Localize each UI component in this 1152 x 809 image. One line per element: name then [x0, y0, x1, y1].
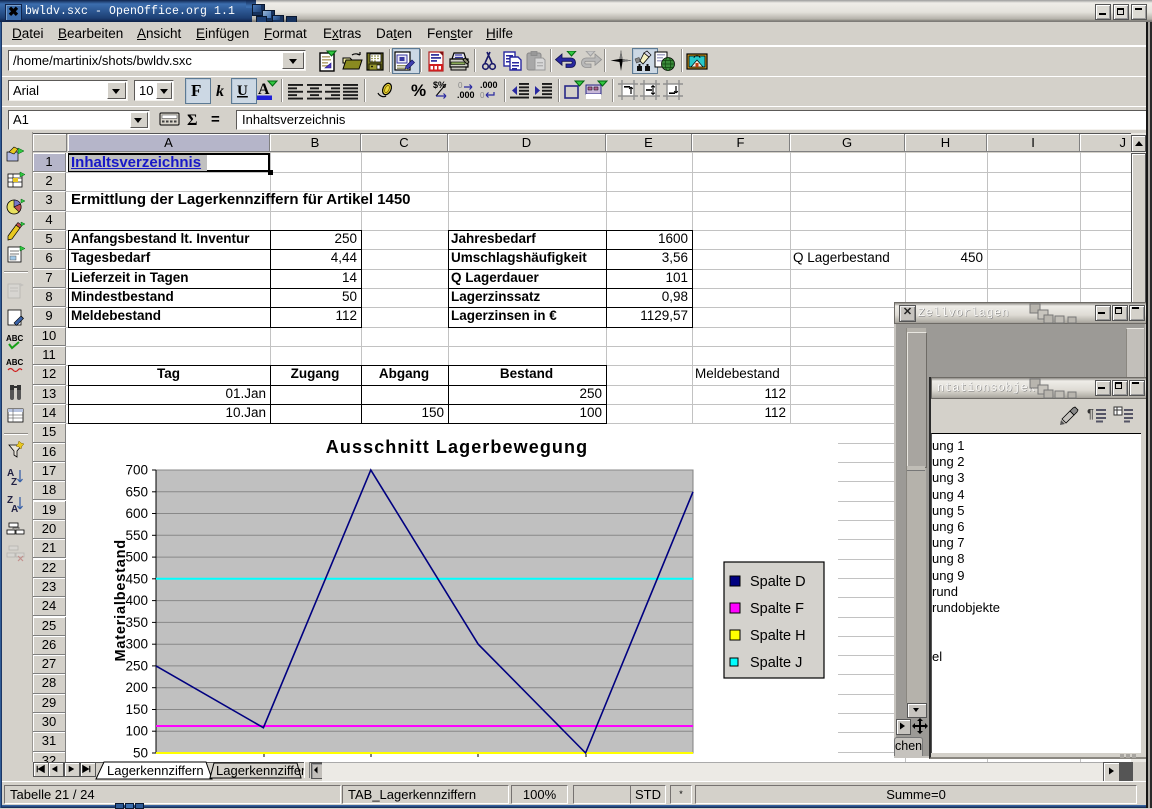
svg-text:Σ: Σ	[187, 112, 197, 128]
svg-text:.000: .000	[480, 80, 498, 90]
svg-text:Z: Z	[11, 477, 17, 488]
svg-text:Spalte D: Spalte D	[750, 574, 806, 590]
svg-text:50: 50	[133, 746, 148, 761]
svg-text:ABC: ABC	[6, 334, 24, 343]
svg-text:0: 0	[480, 91, 485, 100]
svg-text:Materialbestand: Materialbestand	[113, 539, 129, 661]
svg-text:A: A	[11, 504, 18, 515]
svg-text:600: 600	[125, 506, 148, 521]
svg-text:=: =	[211, 111, 220, 128]
svg-text:100: 100	[125, 724, 148, 739]
svg-text:700: 700	[125, 463, 148, 478]
svg-text:F: F	[191, 81, 201, 100]
svg-text:Spalte F: Spalte F	[750, 601, 804, 617]
svg-text:ABC: ABC	[6, 358, 24, 367]
svg-text:Spalte J: Spalte J	[750, 655, 802, 671]
svg-text:200: 200	[125, 680, 148, 695]
svg-text:U: U	[237, 83, 248, 99]
svg-text:150: 150	[125, 702, 148, 717]
svg-text:Ausschnitt Lagerbewegung: Ausschnitt Lagerbewegung	[326, 437, 588, 457]
svg-text:k: k	[216, 83, 224, 100]
svg-text:650: 650	[125, 484, 148, 499]
svg-text:Spalte H: Spalte H	[750, 628, 806, 644]
svg-text:$%: $%	[433, 80, 446, 90]
svg-text:%: %	[411, 81, 426, 100]
svg-text:Lagerkennziffern: Lagerkennziffern	[107, 763, 204, 778]
svg-text:A: A	[258, 81, 270, 98]
svg-text:¶: ¶	[1087, 406, 1094, 421]
svg-text:Lagerkennziffern: Lagerkennziffern	[216, 763, 304, 778]
svg-text:.000: .000	[457, 90, 475, 100]
svg-text:0: 0	[458, 81, 463, 90]
